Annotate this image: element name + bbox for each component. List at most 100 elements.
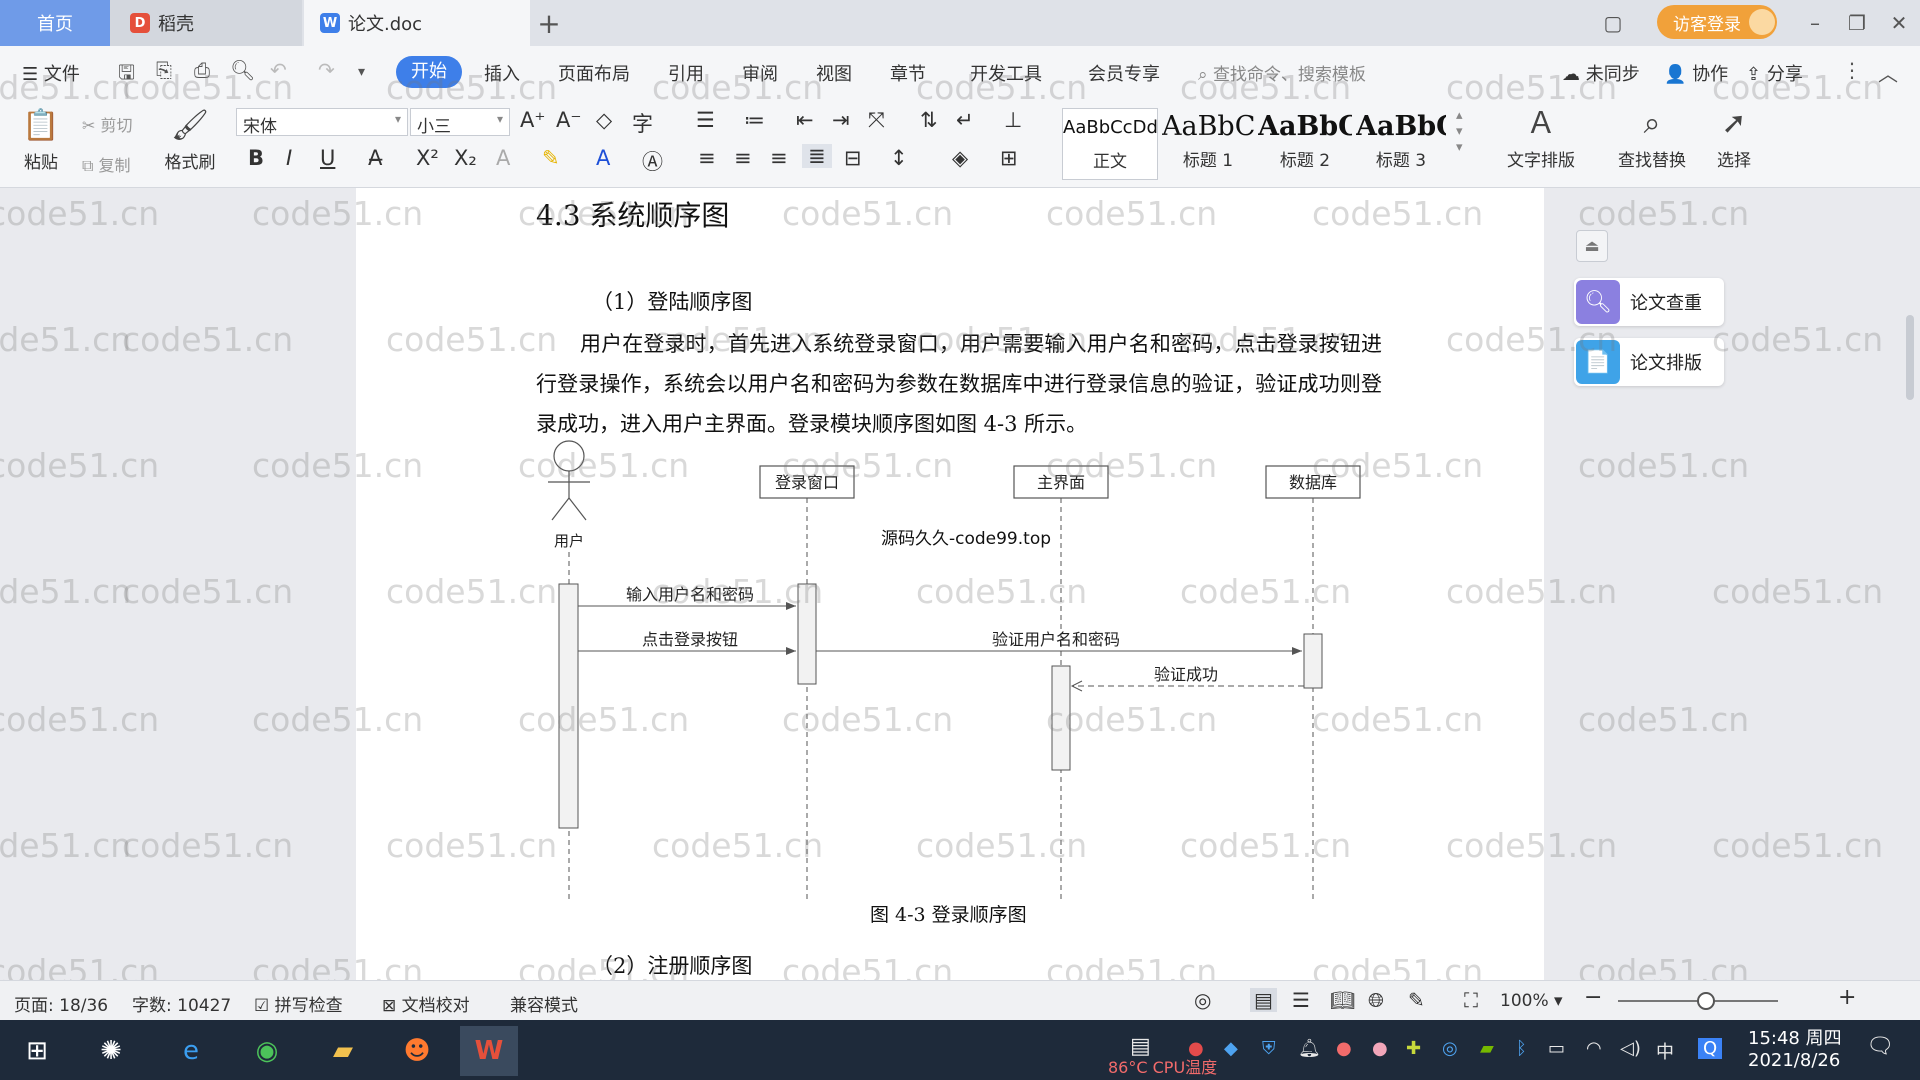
decrease-indent-icon[interactable]: ⇤ (796, 108, 814, 132)
save-icon[interactable]: 🖫 (118, 58, 135, 92)
undo-icon[interactable]: ↶ (270, 58, 287, 82)
quick-access-dropdown-icon[interactable]: ▾ (358, 64, 365, 80)
find-replace-button[interactable]: ⌕ 查找替换 (1608, 102, 1696, 171)
tray-app-icon[interactable]: ● (1188, 1038, 1204, 1059)
wifi-icon[interactable]: ◠ (1586, 1038, 1602, 1059)
font-size-select[interactable]: 小三 ▾ (410, 108, 510, 137)
qq-browser-icon[interactable]: Q (1698, 1038, 1723, 1059)
eye-protection-icon[interactable]: ◎ (1194, 988, 1211, 1012)
word-count[interactable]: 字数: 10427 (132, 991, 231, 1016)
tab-daoke[interactable]: D 稻壳 (110, 0, 302, 46)
ie-browser-icon[interactable]: e (162, 1026, 220, 1076)
underline-icon[interactable]: U (320, 146, 335, 170)
panel-collapse-icon[interactable]: ⏏ (1576, 230, 1608, 262)
command-search[interactable]: ⌕ 查找命令、搜索模板 (1198, 60, 1366, 85)
more-icon[interactable]: ⋮ (1842, 58, 1862, 82)
bold-icon[interactable]: B (248, 146, 264, 170)
align-center-icon[interactable]: ≡ (734, 146, 752, 170)
shrink-font-icon[interactable]: A⁻ (556, 108, 581, 132)
minimize-icon[interactable]: – (1800, 8, 1830, 38)
shield-icon[interactable]: ⛨ (1262, 1038, 1276, 1059)
page-indicator[interactable]: 页面: 18/36 (14, 991, 108, 1016)
menu-view[interactable]: 视图 (816, 60, 852, 86)
copy-button[interactable]: ⧉ 复制 (82, 152, 131, 176)
collapse-ribbon-icon[interactable]: ︿ (1878, 58, 1898, 87)
bell-icon[interactable]: 🔔︎ (1298, 1038, 1321, 1059)
paper-check-button[interactable]: 🔍︎ 论文查重 (1574, 278, 1724, 326)
shading-icon[interactable]: ◈ (952, 146, 968, 170)
clear-format-icon[interactable]: ◇ (596, 108, 612, 132)
tab-ruler-icon[interactable]: ⊥ (1004, 108, 1022, 132)
grow-font-icon[interactable]: A⁺ (520, 108, 545, 132)
clock-date[interactable]: 2021/8/26 (1748, 1050, 1840, 1071)
game-app-icon[interactable]: ☻ (388, 1026, 446, 1076)
align-left-icon[interactable]: ≡ (698, 146, 716, 170)
close-icon[interactable]: ✕ (1884, 8, 1914, 38)
menu-start[interactable]: 开始 (396, 56, 462, 88)
tab-document[interactable]: W 论文.doc (304, 0, 530, 46)
new-tab-button[interactable]: + (534, 0, 564, 46)
restore-icon[interactable]: ❐ (1842, 8, 1872, 38)
style-heading-3[interactable]: AaBbC 标题 3 (1356, 108, 1446, 180)
font-name-select[interactable]: 宋体 ▾ (236, 108, 408, 137)
format-painter-button[interactable]: 🖌 格式刷 (160, 104, 220, 173)
increase-indent-icon[interactable]: ⇥ (832, 108, 850, 132)
distributed-icon[interactable]: ⊟ (844, 146, 862, 170)
styles-scroll-icon[interactable]: ▴ ▾ ▾ (1456, 108, 1463, 156)
justify-icon[interactable]: ≣ (802, 144, 832, 168)
share-button[interactable]: ⇪ 分享 (1746, 60, 1803, 86)
file-explorer-icon[interactable]: ▰ (314, 1026, 372, 1076)
strikethrough-icon[interactable]: A̶ (368, 146, 382, 170)
tray-plus-icon[interactable]: ✚ (1406, 1038, 1421, 1059)
text-layout-button[interactable]: Ａ 文字排版 (1496, 102, 1586, 171)
spell-check-button[interactable]: ☑ 拼写检查 (254, 991, 343, 1016)
chinese-layout-icon[interactable]: ⤧ (868, 108, 885, 133)
web-view-icon[interactable]: 🌐︎ (1368, 988, 1384, 1012)
layout-switch-icon[interactable]: ▢ (1598, 8, 1628, 38)
360-browser-icon[interactable]: ◉ (238, 1026, 296, 1076)
show-marks-icon[interactable]: ↵ (956, 108, 974, 132)
notification-icon[interactable]: 🗨︎ (1866, 1034, 1894, 1059)
menu-page-layout[interactable]: 页面布局 (558, 60, 630, 86)
print-icon[interactable]: ⎙ (194, 58, 210, 82)
bluetooth-icon[interactable]: ᛒ (1516, 1038, 1527, 1059)
line-spacing-icon[interactable]: ↕ (890, 146, 908, 170)
align-right-icon[interactable]: ≡ (770, 146, 788, 170)
tab-home[interactable]: 首页 (0, 0, 110, 46)
tray-game-icon[interactable]: ● (1372, 1038, 1388, 1059)
highlight-icon[interactable]: ✎ (542, 146, 560, 170)
print-preview-icon[interactable]: 🔍︎ (230, 58, 255, 82)
menu-references[interactable]: 引用 (668, 60, 704, 86)
menu-file[interactable]: ☰ 文件 (22, 60, 80, 86)
paste-button[interactable]: 📋 粘贴 (14, 104, 68, 173)
nvidia-icon[interactable]: ▰ (1480, 1038, 1494, 1059)
outline-view-icon[interactable]: ☰ (1292, 988, 1310, 1012)
document-page[interactable]: 4.3 系统顺序图 （1）登陆顺序图 用户在登录时，首先进入系统登录窗口，用户需… (356, 188, 1544, 980)
scrollbar-thumb[interactable] (1906, 315, 1914, 400)
collab-button[interactable]: 👤 协作 (1664, 60, 1728, 86)
style-heading-2[interactable]: AaBbC 标题 2 (1258, 108, 1352, 180)
menu-member[interactable]: 会员专享 (1088, 60, 1160, 86)
zoom-in-icon[interactable]: + (1838, 985, 1856, 1010)
bullet-list-icon[interactable]: ☰ (696, 108, 715, 132)
menu-review[interactable]: 审阅 (742, 60, 778, 86)
menu-insert[interactable]: 插入 (484, 60, 520, 86)
zoom-out-icon[interactable]: − (1584, 985, 1602, 1010)
numbered-list-icon[interactable]: ≔ (744, 108, 765, 132)
guest-login-button[interactable]: 访客登录 (1657, 5, 1777, 39)
tray-cloud-icon[interactable]: ◎ (1442, 1038, 1458, 1059)
paper-layout-button[interactable]: 📄 论文排版 (1574, 338, 1724, 386)
style-heading-1[interactable]: AaBbC 标题 1 (1162, 108, 1254, 180)
pinwheel-app-icon[interactable]: ✺ (82, 1026, 140, 1076)
menu-developer[interactable]: 开发工具 (970, 60, 1042, 86)
subscript-icon[interactable]: X₂ (454, 146, 477, 170)
fit-page-icon[interactable]: ⛶ (1464, 988, 1478, 1012)
sort-icon[interactable]: ⇅ (920, 108, 938, 132)
zoom-level[interactable]: 100% ▾ (1500, 991, 1563, 1011)
export-icon[interactable]: ⎘ (156, 58, 172, 82)
wps-app-icon[interactable]: W (460, 1026, 518, 1076)
battery-icon[interactable]: ▭ (1548, 1038, 1565, 1059)
borders-icon[interactable]: ⊞ (1000, 146, 1018, 170)
style-normal[interactable]: AaBbCcDd 正文 (1062, 108, 1158, 180)
tray-network-app-icon[interactable]: ◆ (1224, 1038, 1238, 1059)
